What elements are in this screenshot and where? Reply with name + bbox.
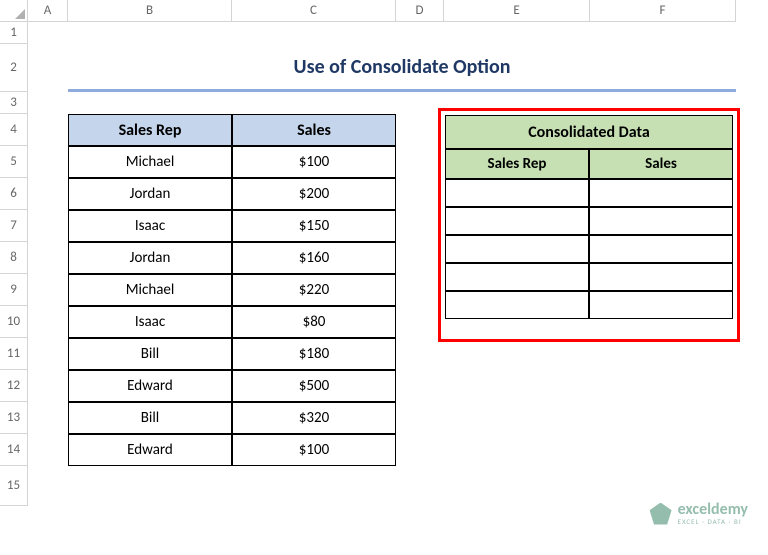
row-header-2[interactable]: 2: [0, 44, 28, 92]
table-cell[interactable]: Michael: [68, 274, 232, 306]
col-header-A[interactable]: A: [28, 0, 68, 22]
consolidated-cell[interactable]: [445, 207, 589, 235]
table-cell[interactable]: Edward: [68, 370, 232, 402]
page-title: Use of Consolidate Option: [68, 44, 736, 92]
table-cell[interactable]: $180: [232, 338, 396, 370]
row-header-15[interactable]: 15: [0, 466, 28, 506]
table-cell[interactable]: Bill: [68, 402, 232, 434]
table-cell[interactable]: Isaac: [68, 306, 232, 338]
consolidated-cell[interactable]: [445, 263, 589, 291]
row-header-1[interactable]: 1: [0, 22, 28, 44]
select-all-corner[interactable]: [0, 0, 28, 22]
table-cell[interactable]: Bill: [68, 338, 232, 370]
table-cell[interactable]: $160: [232, 242, 396, 274]
spreadsheet-grid: A B C D E F 1 2 3 4 5 6 7 8 9 10 11 12 1…: [0, 0, 768, 506]
consolidated-header-sales[interactable]: Sales: [589, 149, 733, 179]
table-cell[interactable]: $100: [232, 434, 396, 466]
col-header-F[interactable]: F: [590, 0, 736, 22]
row-header-12[interactable]: 12: [0, 370, 28, 402]
table1-header-sales[interactable]: Sales: [232, 114, 396, 146]
table-cell[interactable]: Edward: [68, 434, 232, 466]
table-cell[interactable]: $80: [232, 306, 396, 338]
consolidated-cell[interactable]: [589, 207, 733, 235]
row-header-4[interactable]: 4: [0, 114, 28, 146]
row-header-6[interactable]: 6: [0, 178, 28, 210]
table1-header-rep[interactable]: Sales Rep: [68, 114, 232, 146]
table-cell[interactable]: $200: [232, 178, 396, 210]
col-header-D[interactable]: D: [396, 0, 444, 22]
row-header-9[interactable]: 9: [0, 274, 28, 306]
consolidated-header-rep[interactable]: Sales Rep: [445, 149, 589, 179]
col-header-C[interactable]: C: [232, 0, 396, 22]
table-cell[interactable]: $150: [232, 210, 396, 242]
consolidated-cell[interactable]: [445, 179, 589, 207]
consolidated-cell[interactable]: [589, 179, 733, 207]
table-cell[interactable]: $220: [232, 274, 396, 306]
row-header-5[interactable]: 5: [0, 146, 28, 178]
table-cell[interactable]: Jordan: [68, 242, 232, 274]
consolidated-cell[interactable]: [589, 291, 733, 319]
table-cell[interactable]: Jordan: [68, 178, 232, 210]
table-cell[interactable]: Michael: [68, 146, 232, 178]
row-header-11[interactable]: 11: [0, 338, 28, 370]
row-header-8[interactable]: 8: [0, 242, 28, 274]
row-header-3[interactable]: 3: [0, 92, 28, 114]
row-header-13[interactable]: 13: [0, 402, 28, 434]
table-cell[interactable]: $500: [232, 370, 396, 402]
consolidated-title: Consolidated Data: [445, 115, 733, 149]
logo-icon: [650, 503, 672, 525]
watermark-tag: EXCEL · DATA · BI: [678, 518, 748, 525]
watermark: exceldemy EXCEL · DATA · BI: [650, 502, 748, 525]
row-header-14[interactable]: 14: [0, 434, 28, 466]
row-header-7[interactable]: 7: [0, 210, 28, 242]
col-header-E[interactable]: E: [444, 0, 590, 22]
table-cell[interactable]: Isaac: [68, 210, 232, 242]
col-header-B[interactable]: B: [68, 0, 232, 22]
watermark-brand: exceldemy: [678, 502, 748, 518]
consolidated-cell[interactable]: [445, 235, 589, 263]
consolidated-cell[interactable]: [445, 291, 589, 319]
row-header-10[interactable]: 10: [0, 306, 28, 338]
consolidated-box: Consolidated Data Sales Rep Sales: [438, 108, 740, 342]
consolidated-cell[interactable]: [589, 235, 733, 263]
table-cell[interactable]: $320: [232, 402, 396, 434]
consolidated-cell[interactable]: [589, 263, 733, 291]
table-cell[interactable]: $100: [232, 146, 396, 178]
